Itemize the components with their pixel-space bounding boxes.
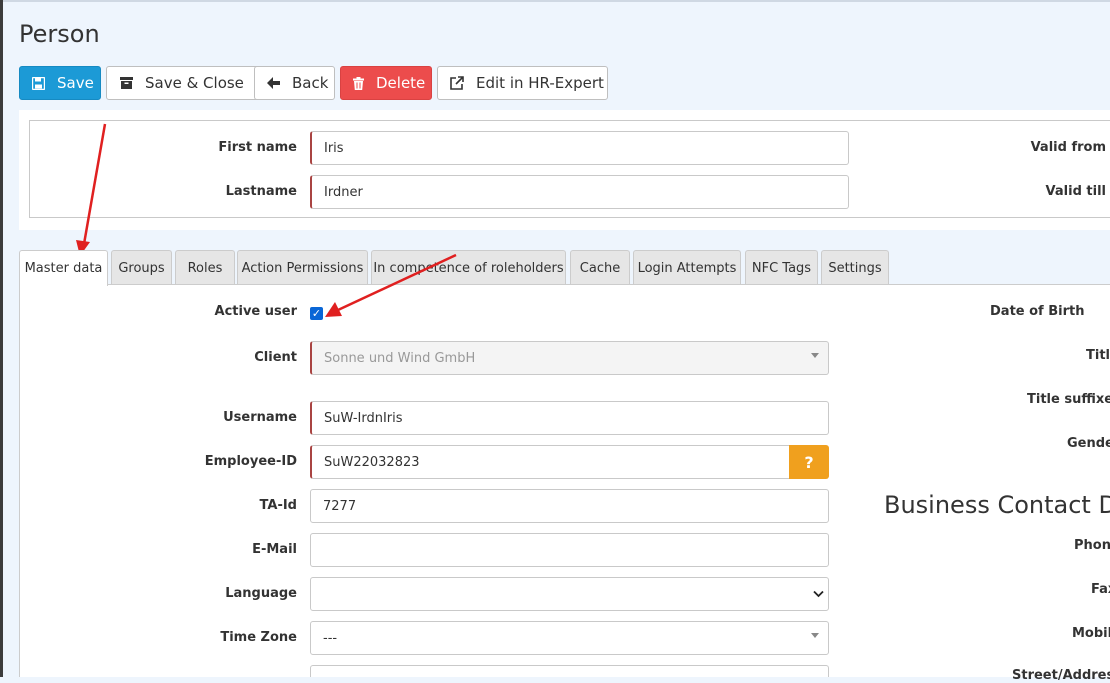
language-select[interactable] bbox=[310, 577, 829, 611]
header-panel bbox=[19, 110, 1110, 230]
trash-icon bbox=[353, 76, 364, 90]
active-user-label: Active user bbox=[214, 304, 297, 319]
tab-nfc-tags[interactable]: NFC Tags bbox=[745, 250, 818, 285]
time-zone-select[interactable]: --- bbox=[310, 621, 829, 655]
title-suffixed-label: Title suffixed bbox=[1027, 392, 1110, 407]
tab-groups[interactable]: Groups bbox=[111, 250, 172, 285]
chevron-down-icon bbox=[813, 590, 824, 598]
date-of-birth-label: Date of Birth bbox=[990, 304, 1085, 319]
arrow-left-icon bbox=[267, 76, 280, 90]
delete-label: Delete bbox=[376, 74, 426, 92]
gender-label: Gender bbox=[1067, 436, 1110, 451]
next-field-input[interactable] bbox=[310, 665, 829, 677]
lastname-input[interactable]: Irdner bbox=[310, 175, 849, 209]
edit-in-hr-expert-button[interactable]: Edit in HR-Expert bbox=[437, 66, 608, 100]
save-close-button[interactable]: Save & Close bbox=[106, 66, 268, 100]
tab-roles[interactable]: Roles bbox=[175, 250, 235, 285]
first-name-label: First name bbox=[218, 140, 297, 155]
tab-master-data[interactable]: Master data bbox=[19, 250, 108, 286]
help-button[interactable]: ? bbox=[789, 445, 829, 479]
lastname-label: Lastname bbox=[225, 184, 297, 199]
email-label: E-Mail bbox=[252, 542, 297, 557]
active-user-checkbox[interactable]: ✓ bbox=[310, 307, 323, 320]
tab-cache[interactable]: Cache bbox=[570, 250, 630, 285]
edit-in-hr-expert-label: Edit in HR-Expert bbox=[476, 74, 604, 92]
save-button[interactable]: Save bbox=[19, 66, 101, 100]
fax-label: Fax bbox=[1091, 582, 1110, 597]
business-contact-heading: Business Contact D bbox=[884, 491, 1110, 519]
back-button[interactable]: Back bbox=[254, 66, 335, 100]
window-edge bbox=[0, 0, 3, 677]
username-input[interactable]: SuW-IrdnIris bbox=[310, 401, 829, 435]
chevron-down-icon bbox=[811, 353, 819, 358]
tab-in-competence-of-roleholders[interactable]: In competence of roleholders bbox=[371, 250, 566, 285]
save-label: Save bbox=[57, 74, 94, 92]
delete-button[interactable]: Delete bbox=[340, 66, 432, 100]
floppy-disk-icon bbox=[32, 76, 45, 90]
external-link-icon bbox=[450, 76, 464, 90]
chevron-down-icon bbox=[811, 633, 819, 638]
phone-label: Phone bbox=[1074, 538, 1110, 553]
client-label: Client bbox=[254, 350, 297, 365]
ta-id-label: TA-Id bbox=[259, 498, 297, 513]
ta-id-input[interactable]: 7277 bbox=[310, 489, 829, 523]
title-label: Title bbox=[1086, 348, 1110, 363]
employee-id-input[interactable]: SuW22032823 bbox=[310, 445, 790, 479]
top-border bbox=[3, 0, 1110, 2]
page-title: Person bbox=[19, 20, 100, 48]
client-select[interactable]: Sonne und Wind GmbH bbox=[310, 341, 829, 375]
employee-id-label: Employee-ID bbox=[204, 454, 297, 469]
mobile-label: Mobile bbox=[1072, 626, 1110, 641]
email-input[interactable] bbox=[310, 533, 829, 567]
back-label: Back bbox=[292, 74, 329, 92]
archive-icon bbox=[119, 76, 133, 90]
first-name-input[interactable]: Iris bbox=[310, 131, 849, 165]
valid-till-label: Valid till bbox=[1045, 184, 1106, 199]
street-address-label: Street/Address bbox=[1012, 668, 1110, 683]
tab-action-permissions[interactable]: Action Permissions bbox=[237, 250, 368, 285]
tab-settings[interactable]: Settings bbox=[821, 250, 889, 285]
username-label: Username bbox=[223, 410, 297, 425]
tab-login-attempts[interactable]: Login Attempts bbox=[633, 250, 741, 285]
time-zone-label: Time Zone bbox=[220, 630, 297, 645]
valid-from-label: Valid from bbox=[1030, 140, 1106, 155]
language-label: Language bbox=[225, 586, 297, 601]
save-close-label: Save & Close bbox=[145, 74, 244, 92]
